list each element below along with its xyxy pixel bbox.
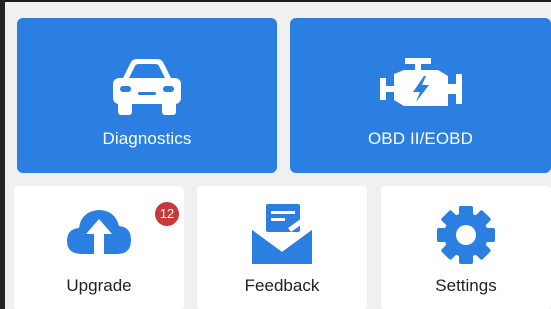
- obd-tile[interactable]: OBD II/EOBD: [290, 18, 551, 173]
- diagnostics-tile[interactable]: Diagnostics: [17, 18, 277, 173]
- cloud-upload-icon: [65, 204, 133, 261]
- screen-left-edge: [0, 0, 5, 309]
- upgrade-tile[interactable]: 12 Upgrade: [14, 186, 184, 309]
- obd-label: OBD II/EOBD: [367, 129, 473, 148]
- feedback-label: Feedback: [244, 276, 320, 295]
- screen-top-edge: [0, 0, 551, 2]
- gear-icon: [435, 204, 497, 271]
- envelope-note-icon: [250, 204, 314, 271]
- upgrade-label: Upgrade: [66, 276, 132, 295]
- car-icon: [109, 58, 185, 121]
- settings-tile[interactable]: Settings: [381, 186, 551, 309]
- settings-label: Settings: [435, 276, 497, 295]
- feedback-tile[interactable]: Feedback: [197, 186, 367, 309]
- home-screen: Diagnostics OBD II/EOBD 12 Upgrade Feedb…: [0, 0, 551, 309]
- upgrade-count-badge: 12: [155, 202, 179, 226]
- engine-icon: [379, 58, 462, 119]
- diagnostics-label: Diagnostics: [102, 129, 192, 148]
